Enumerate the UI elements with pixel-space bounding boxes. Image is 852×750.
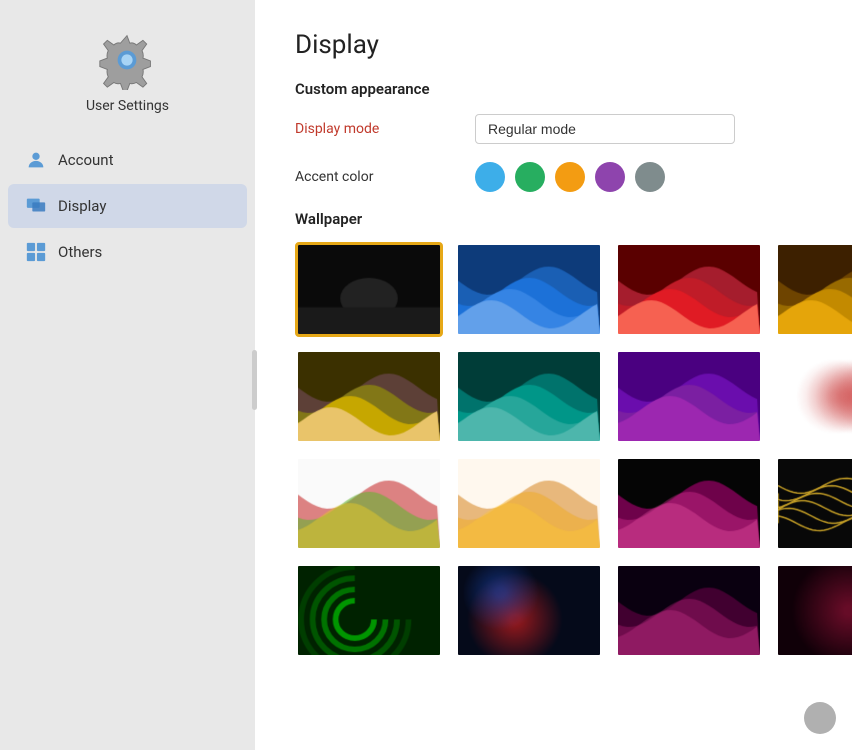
wallpaper-item-5[interactable] bbox=[295, 349, 443, 444]
wallpaper-item-16[interactable] bbox=[775, 563, 852, 658]
wallpaper-item-4[interactable] bbox=[775, 242, 852, 337]
wallpaper-item-6[interactable] bbox=[455, 349, 603, 444]
wallpaper-item-3[interactable] bbox=[615, 242, 763, 337]
main-content: Display Custom appearance Display mode R… bbox=[255, 0, 852, 750]
wallpaper-title: Wallpaper bbox=[295, 210, 812, 228]
accent-orange[interactable] bbox=[555, 162, 585, 192]
display-mode-row: Display mode Regular mode Dark mode Ligh… bbox=[295, 114, 812, 144]
wallpaper-item-8[interactable] bbox=[775, 349, 852, 444]
sidebar-header: User Settings bbox=[86, 30, 169, 114]
account-icon bbox=[24, 148, 48, 172]
sidebar-item-others[interactable]: Others bbox=[8, 230, 247, 274]
accent-green[interactable] bbox=[515, 162, 545, 192]
display-mode-select[interactable]: Regular mode Dark mode Light mode bbox=[475, 114, 735, 144]
sidebar: User Settings Account Display bbox=[0, 0, 255, 750]
accent-color-label: Accent color bbox=[295, 169, 475, 185]
accent-color-options bbox=[475, 162, 665, 192]
wallpaper-item-2[interactable] bbox=[455, 242, 603, 337]
page-title: Display bbox=[295, 30, 812, 60]
wallpaper-item-9[interactable] bbox=[295, 456, 443, 551]
scroll-button[interactable] bbox=[804, 702, 836, 734]
custom-appearance-section: Custom appearance Display mode Regular m… bbox=[295, 80, 812, 192]
sidebar-nav: Account Display Others bbox=[0, 138, 255, 276]
wallpaper-item-11[interactable] bbox=[615, 456, 763, 551]
sidebar-item-account-label: Account bbox=[58, 151, 114, 169]
accent-color-row: Accent color bbox=[295, 162, 812, 192]
wallpaper-grid bbox=[295, 242, 812, 658]
sidebar-title: User Settings bbox=[86, 98, 169, 114]
accent-gray[interactable] bbox=[635, 162, 665, 192]
wallpaper-section: Wallpaper bbox=[295, 210, 812, 658]
wallpaper-item-12[interactable] bbox=[775, 456, 852, 551]
others-icon bbox=[24, 240, 48, 264]
sidebar-item-display-label: Display bbox=[58, 197, 106, 215]
wallpaper-item-10[interactable] bbox=[455, 456, 603, 551]
resize-handle[interactable] bbox=[252, 350, 257, 410]
wallpaper-item-1[interactable] bbox=[295, 242, 443, 337]
sidebar-item-others-label: Others bbox=[58, 243, 102, 261]
wallpaper-item-15[interactable] bbox=[615, 563, 763, 658]
custom-appearance-title: Custom appearance bbox=[295, 80, 812, 98]
sidebar-item-account[interactable]: Account bbox=[8, 138, 247, 182]
accent-blue[interactable] bbox=[475, 162, 505, 192]
accent-purple[interactable] bbox=[595, 162, 625, 192]
display-mode-label: Display mode bbox=[295, 121, 475, 137]
gear-icon bbox=[97, 30, 157, 90]
wallpaper-item-14[interactable] bbox=[455, 563, 603, 658]
wallpaper-item-7[interactable] bbox=[615, 349, 763, 444]
wallpaper-item-13[interactable] bbox=[295, 563, 443, 658]
sidebar-item-display[interactable]: Display bbox=[8, 184, 247, 228]
display-icon bbox=[24, 194, 48, 218]
